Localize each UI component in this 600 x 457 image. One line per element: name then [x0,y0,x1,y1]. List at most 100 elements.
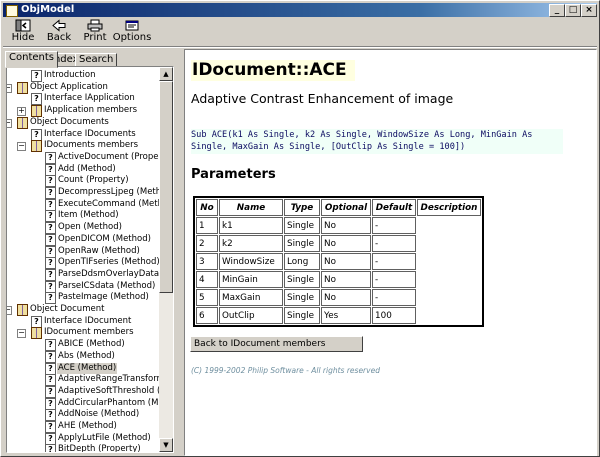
help-topic-icon: ? [45,421,56,433]
help-topic-icon: ? [45,198,56,211]
table-cell: WindowSize [219,253,283,270]
tree-topic[interactable]: ?ActiveDocument (Property) [7,151,159,164]
tree-item-label: AdaptiveSoftThreshold (Me [58,385,159,396]
tree-topic[interactable]: ?ExecuteCommand (Method) [7,198,159,211]
table-cell: 1 [196,217,218,234]
tree-topic[interactable]: ? OpenRaw (Method) [7,245,159,258]
syntax-line-2: Single, MaxGain As Single, [OutClip As S… [191,142,466,152]
tree-item-label: AHE (Method) [58,421,117,431]
help-topic-icon: ? [45,385,56,398]
tab-search-label: Search [79,54,114,65]
tree-topic[interactable]: ? OpenTIFseries (Method) [7,257,159,270]
maximize-button[interactable]: □ [565,4,581,17]
tree-topic[interactable]: ? Abs (Method) [7,350,159,363]
tree-item-label: OpenDICOM (Method) [58,233,151,244]
tree-item-label: IDocuments members [44,140,139,151]
tree-folder[interactable]: + IApplication members [7,105,159,118]
tree-topic[interactable]: ? ACE (Method) [7,362,159,375]
tree-item-label: ApplyLutFile (Method) [58,432,151,443]
tree-topic[interactable]: ? OpenDICOM (Method) [7,233,159,246]
collapse-icon[interactable]: − [7,306,12,315]
table-cell: - [372,289,416,306]
table-cell: 3 [196,253,218,270]
tree-topic[interactable]: ? Item (Method) [7,210,159,223]
tree-item-label: ABICE (Method) [58,339,125,350]
table-row: 5 MaxGain Single No - [196,289,481,306]
tree-folder[interactable]: − Object Documents [7,116,159,129]
tree-topic[interactable]: ? Interface IDocument [7,315,159,328]
tree-topic[interactable]: ? ParseICSdata (Method) [7,280,159,293]
tree-topic[interactable]: ? Interface IDocuments [7,128,159,141]
collapse-icon[interactable]: − [7,83,12,93]
help-topic-icon: ? [31,93,42,106]
toolbar-separator [3,46,597,48]
pane-splitter[interactable] [179,49,183,454]
tree-topic[interactable]: ? Count (Property) [7,175,159,188]
help-topic-icon: ? [45,175,56,188]
tree-item-label: IApplication members [44,105,138,116]
table-row: 6 OutClip Single Yes 100 [196,307,481,324]
tree-item-label: IDocument members [44,327,134,338]
tree-item-label: AddCircularPhantom (Meth [58,397,159,408]
tree-item-label: Introduction [44,70,96,80]
tree-topic[interactable]: ? AddNoise (Method) [7,409,159,422]
tree-topic[interactable]: ? BitDepth (Property) [7,444,159,452]
tab-contents[interactable]: Contents [5,51,58,68]
hide-button[interactable]: Hide [5,18,41,45]
tree-topic[interactable]: ? AHE (Method) [7,421,159,433]
tree-topic[interactable]: ?ParseDdsmOverlayData (M [7,268,159,281]
help-topic-icon: ? [45,233,56,246]
tree-topic[interactable]: ? ApplyLutFile (Method) [7,432,159,445]
table-cell: Single [284,217,320,234]
expand-icon[interactable]: + [17,107,26,117]
tree-topic[interactable]: ?AddCircularPhantom (Meth [7,397,159,410]
collapse-icon[interactable]: − [7,118,12,128]
app-icon [6,5,18,17]
title-bar: ObjModel _ □ × [3,3,597,17]
print-button[interactable]: Print [77,18,113,45]
collapse-icon[interactable]: − [17,329,26,339]
table-cell: No [321,235,371,252]
tree-folder[interactable]: − IDocument members [7,327,159,340]
book-icon [17,81,28,94]
tree-item-label: Interface IApplication [44,93,135,104]
tree-topic[interactable]: ?DecompressLjpeg (Method) [7,187,159,199]
tree-item-label: Count (Property) [58,175,129,186]
table-cell: MaxGain [219,289,283,306]
tree-folder[interactable]: − Object Application [7,81,159,94]
tree-topic[interactable]: ?AdaptiveSoftThreshold (Me [7,385,159,398]
help-topic-icon: ? [45,409,56,422]
scroll-down-button[interactable]: ▼ [159,438,173,452]
tree-item-label: AdaptiveRangeTransforma [58,374,159,385]
table-cell: 2 [196,235,218,252]
copyright-text: (C) 1999-2002 Philip Software - All righ… [191,366,380,375]
tree-folder[interactable]: − Object Document [7,304,159,316]
scroll-thumb[interactable] [159,81,173,293]
minimize-button[interactable]: _ [549,4,565,17]
close-button[interactable]: × [581,4,597,17]
tab-contents-label: Contents [9,52,54,63]
options-icon [125,20,139,31]
tree-topic[interactable]: ? Introduction [7,70,159,82]
table-cell: No [321,217,371,234]
help-topic-icon: ? [45,444,56,452]
help-topic-icon: ? [45,268,56,281]
tree-topic[interactable]: ? Add (Method) [7,163,159,176]
scroll-up-button[interactable]: ▲ [159,67,173,81]
back-button[interactable]: Back [41,18,77,45]
tree-topic[interactable]: ? AdaptiveRangeTransforma [7,374,159,387]
contents-tree[interactable]: ?Introduction−Object Application?Interfa… [7,67,159,452]
collapse-icon[interactable]: − [17,142,26,152]
tree-scrollbar[interactable]: ▲ ▼ [159,67,173,452]
back-label: Back [46,32,72,43]
help-topic-icon: ? [45,374,56,387]
tree-folder[interactable]: − IDocuments members [7,140,159,153]
tree-topic[interactable]: ? ABICE (Method) [7,339,159,352]
help-topic-icon: ? [31,315,42,328]
tree-topic[interactable]: ? Open (Method) [7,222,159,235]
table-header-row: No Name Type Optional Default Description [196,199,481,216]
tree-topic[interactable]: ? PasteImage (Method) [7,292,159,305]
options-button[interactable]: Options [111,18,153,45]
back-to-members-link[interactable]: Back to IDocument members [190,336,363,352]
tree-topic[interactable]: ? Interface IApplication [7,93,159,106]
